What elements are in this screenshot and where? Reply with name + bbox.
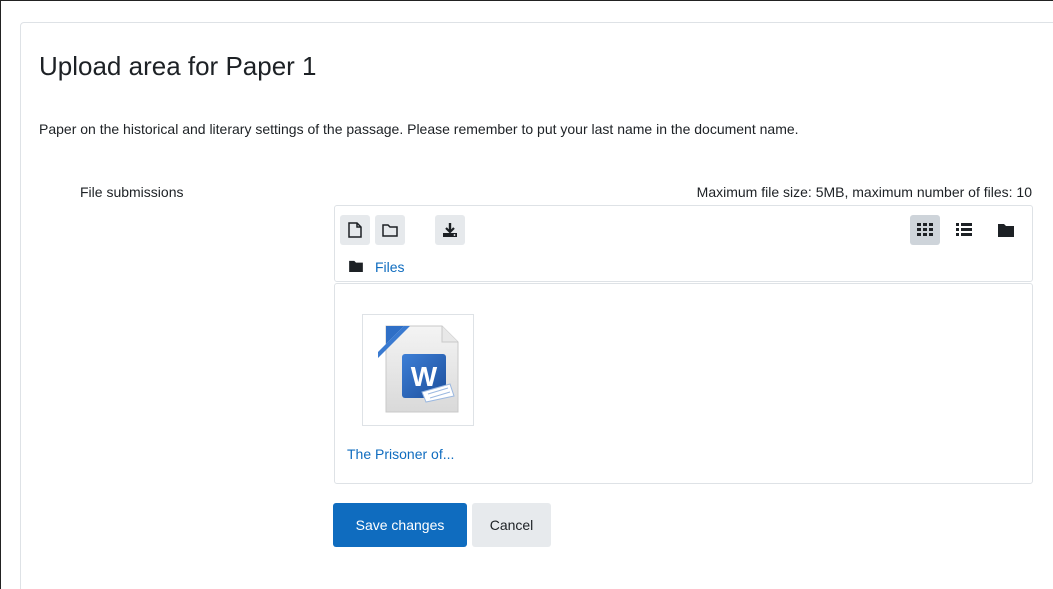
assignment-intro: Paper on the historical and literary set… [39,121,799,137]
list-view-button[interactable] [949,215,979,245]
folder-icon [382,223,398,237]
add-file-button[interactable] [340,215,370,245]
svg-text:W: W [411,361,438,392]
file-thumbnail[interactable]: W [362,314,474,426]
save-changes-button[interactable]: Save changes [333,503,467,547]
tree-view-button[interactable] [991,215,1021,245]
grid-view-button[interactable] [910,215,940,245]
filemanager-content: W The Prisoner of... [334,283,1033,484]
page: Upload area for Paper 1 Paper on the his… [0,0,1053,589]
file-limits-text: Maximum file size: 5MB, maximum number o… [696,184,1032,200]
file-icon [348,222,362,238]
breadcrumb: Files [349,259,405,275]
create-folder-button[interactable] [375,215,405,245]
download-button[interactable] [435,215,465,245]
grid-view-icon [917,223,933,237]
word-document-icon: W [374,322,462,419]
file-submissions-label: File submissions [80,184,184,200]
file-name-link[interactable]: The Prisoner of... [347,446,454,462]
folder-icon [349,259,363,275]
breadcrumb-files-link[interactable]: Files [375,259,405,275]
filemanager-toolbar: Files [334,205,1033,282]
page-title: Upload area for Paper 1 [39,51,317,81]
tree-view-icon [998,223,1014,237]
download-icon [442,222,458,238]
list-view-icon [956,223,972,237]
cancel-button[interactable]: Cancel [472,503,551,547]
